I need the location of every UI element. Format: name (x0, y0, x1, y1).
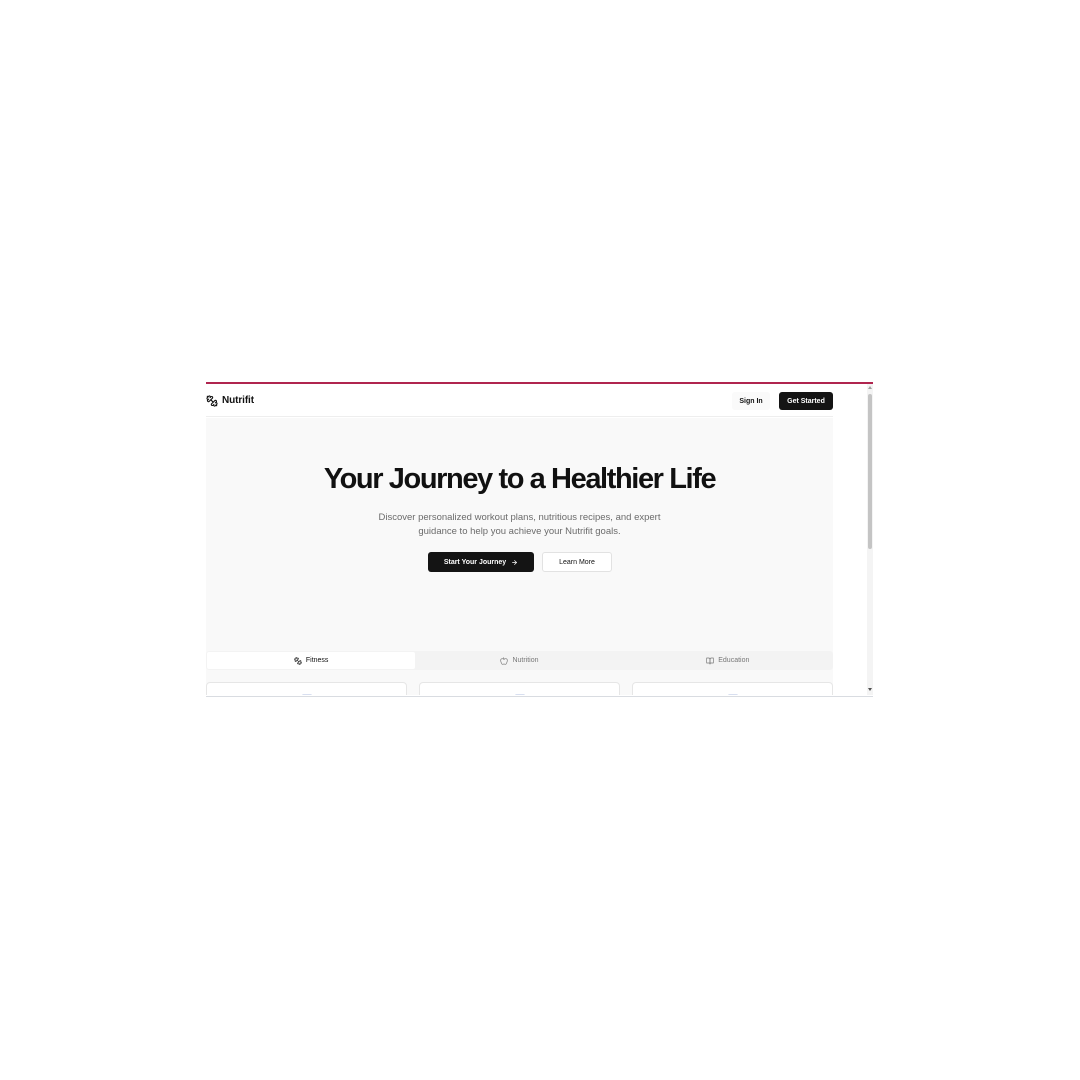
apple-icon (500, 656, 509, 665)
dumbbell-icon (294, 656, 302, 665)
content-card[interactable] (206, 682, 407, 695)
tab-label: Education (718, 657, 750, 664)
tab-label: Nutrition (512, 657, 539, 664)
content-card[interactable] (632, 682, 833, 695)
page: Nutrifit Sign In Get Started Your Journe… (206, 384, 867, 695)
scroll-up-arrow-icon[interactable] (868, 386, 872, 389)
start-journey-label: Start Your Journey (443, 558, 507, 566)
card-badge-placeholder (728, 694, 738, 695)
category-tabs: Fitness Nutrition Education (206, 651, 833, 670)
content-card[interactable] (419, 682, 620, 695)
sign-in-button[interactable]: Sign In (732, 392, 770, 410)
hero-subtitle-line: Discover personalized workout plans, nut… (378, 512, 661, 523)
book-open-icon (706, 657, 714, 664)
learn-more-button[interactable]: Learn More (542, 552, 612, 572)
tab-fitness[interactable]: Fitness (207, 652, 416, 669)
hero-subtitle: Discover personalized workout plans, nut… (356, 511, 683, 539)
start-journey-button[interactable]: Start Your Journey (428, 552, 534, 572)
browser-viewport: Nutrifit Sign In Get Started Your Journe… (206, 382, 873, 697)
card-grid (206, 682, 833, 695)
navbar: Nutrifit Sign In Get Started (206, 384, 833, 417)
tab-label: Fitness (305, 657, 329, 664)
hero-title: Your Journey to a Healthier Life (323, 463, 717, 495)
dumbbell-icon (206, 394, 218, 407)
card-badge-placeholder (302, 694, 312, 695)
scrollbar-thumb[interactable] (868, 394, 872, 549)
tab-nutrition[interactable]: Nutrition (415, 652, 623, 669)
brand-logo[interactable]: Nutrifit (206, 394, 254, 407)
brand-name: Nutrifit (222, 395, 254, 406)
vertical-scrollbar[interactable] (867, 384, 873, 695)
scroll-down-arrow-icon[interactable] (868, 688, 872, 691)
get-started-button[interactable]: Get Started (779, 392, 833, 410)
hero-subtitle-line: guidance to help you achieve your Nutrif… (418, 526, 621, 537)
tab-education[interactable]: Education (624, 652, 832, 669)
card-badge-placeholder (515, 694, 525, 695)
arrow-right-icon (512, 559, 518, 565)
hero-section: Your Journey to a Healthier Life Discove… (206, 418, 833, 695)
